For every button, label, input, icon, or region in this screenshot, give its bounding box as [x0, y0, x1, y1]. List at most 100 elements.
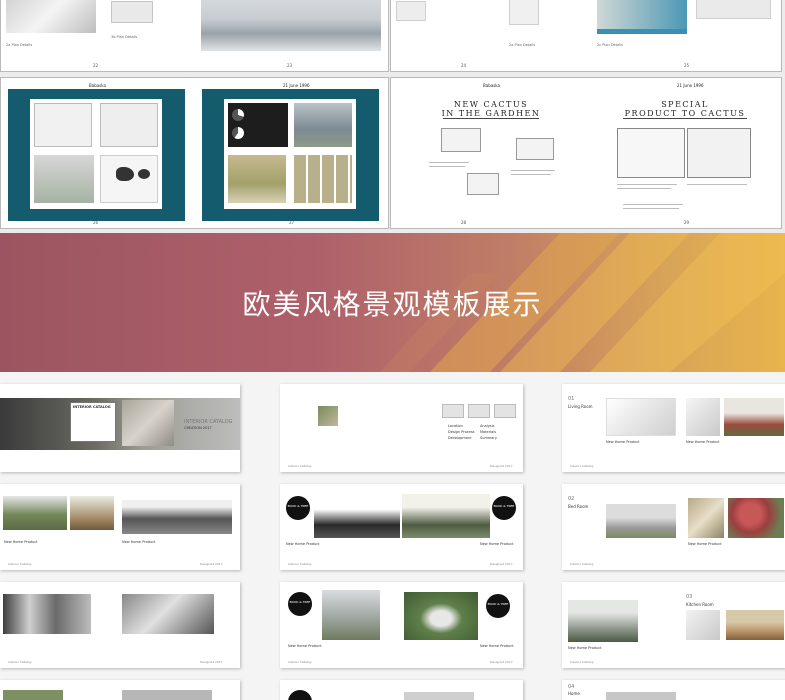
template-card-mono[interactable]: Interior Catalog Designed 2017 — [0, 582, 240, 668]
grey-building-photo — [606, 504, 676, 538]
site-plan-sketch — [687, 128, 751, 178]
showcase-banner: 欧美风格景观模板展示 — [0, 233, 785, 372]
template-card-room-1[interactable]: 01 Living Room New Home Product New Home… — [562, 384, 785, 472]
badge-circle: BOOK & TREE — [492, 496, 516, 520]
room-name: Home — [568, 691, 580, 696]
contents-photo — [318, 406, 338, 426]
template-card-room-2[interactable]: 02 Bed Room New Home Product Interior Ca… — [562, 484, 785, 570]
building-sketch — [441, 128, 481, 152]
product-label: New Home Product — [568, 646, 602, 650]
footer-right: Designed 2017 — [490, 464, 513, 468]
spread-header: 21 June 1996 — [677, 83, 704, 88]
badge-circle: BOOK & TREE — [286, 496, 310, 520]
spread-header: Babaska — [89, 83, 106, 88]
footer-right: Designed 2017 — [490, 562, 513, 566]
room-number: 01 — [568, 396, 575, 402]
banner-title: 欧美风格景观模板展示 — [242, 288, 543, 321]
room-name: Living Room — [568, 404, 593, 409]
partial-photo — [122, 690, 212, 700]
badge-circle: BOOK & TREE — [288, 592, 312, 616]
landscape-photo — [70, 496, 114, 530]
building-render — [294, 103, 352, 147]
desert-photo — [726, 610, 784, 640]
product-label: New Home Product — [606, 440, 640, 444]
site-plan-image — [597, 0, 687, 29]
cover-photo — [122, 400, 174, 446]
room-name: Kitchen Room — [686, 602, 714, 607]
caption: 3b Plan Details — [111, 35, 138, 39]
product-label: New Home Product — [686, 440, 720, 444]
room-number: 04 — [568, 684, 575, 690]
spread-cactus: Babaska 21 June 1996 NEW CACTUS IN THE G… — [390, 77, 782, 229]
footer-right: Designed 2017 — [200, 660, 223, 664]
sketch-block — [509, 0, 539, 25]
red-building-photo — [724, 398, 784, 436]
spread-header: 21 June 1996 — [283, 83, 310, 88]
mono-photo — [3, 594, 91, 634]
contents-item: Development — [448, 436, 472, 440]
spread-teal: Babaska 21 June 1996 26 27 — [0, 77, 389, 229]
concept-photo — [402, 494, 490, 538]
pie-graphic — [232, 109, 244, 121]
photo-strip — [34, 155, 94, 203]
page-number: 23 — [287, 63, 293, 68]
title-line: SPECIAL — [661, 100, 709, 109]
footer-left: Interior Catalog — [570, 660, 594, 664]
template-card-badge[interactable]: BOOK & TREE BOOK & TREE New Home Product… — [280, 484, 523, 570]
contents-item: Materials — [480, 430, 497, 434]
footer-left: Interior Catalog — [288, 562, 312, 566]
footer-left: Interior Catalog — [288, 464, 312, 468]
room-number: 03 — [686, 594, 693, 600]
spread-aerial: 2a Plan Details 3b Plan Details 22 23 — [0, 0, 389, 72]
board-sheet — [30, 99, 162, 209]
text-line — [623, 204, 683, 205]
sketch-photo — [686, 398, 720, 436]
title-rule — [623, 118, 747, 119]
template-card-partial[interactable] — [0, 680, 240, 700]
landscape-photo — [3, 496, 67, 530]
caption: 2a Plan Details — [509, 43, 536, 47]
partial-photo — [3, 690, 63, 700]
page-number: 24 — [461, 63, 467, 68]
footer-right: Designed 2017 — [200, 562, 223, 566]
product-label: New Home Product — [480, 542, 514, 546]
template-card-partial[interactable]: 04 Home — [562, 680, 785, 700]
title-line: PRODUCT TO CACTUS — [624, 109, 746, 118]
concept-photo — [314, 494, 400, 538]
page-number: 29 — [684, 220, 690, 225]
contents-thumb — [494, 404, 516, 418]
photo-grid — [294, 155, 352, 203]
red-tree-photo — [728, 498, 784, 538]
box-title: INTERIOR CATALOG — [73, 405, 111, 409]
caption: 2a Plan Details — [6, 43, 33, 47]
room-name: Bed Room — [568, 504, 589, 509]
page-number: 22 — [93, 63, 99, 68]
sketch-block — [696, 0, 771, 19]
spread-header: Babaska — [483, 83, 500, 88]
footer-left: Interior Catalog — [570, 464, 594, 468]
template-card-cover[interactable]: INTERIOR CATALOG INTERIOR CATALOG CREATI… — [0, 384, 240, 472]
sketch-block — [396, 1, 426, 21]
text-line — [511, 170, 555, 171]
template-card-badge-2[interactable]: BOOK & TREE BOOK & TREE New Home Product… — [280, 582, 523, 668]
contents-item: Analysis — [480, 424, 495, 428]
aerial-photo — [6, 0, 96, 33]
footer-left: Interior Catalog — [8, 660, 32, 664]
template-card-contents[interactable]: Location Design Process Development Anal… — [280, 384, 523, 472]
sketch-block — [100, 103, 158, 147]
text-line — [617, 184, 677, 185]
footer-left: Interior Catalog — [570, 562, 594, 566]
pie-graphic — [232, 127, 244, 139]
tower-photo — [322, 590, 380, 640]
landscape-photo — [122, 500, 232, 534]
sketch-block — [34, 103, 92, 147]
text-line — [617, 188, 671, 189]
teal-page-right — [202, 89, 379, 221]
partial-photo — [606, 692, 676, 700]
template-card-room-3[interactable]: 03 Kitchen Room New Home Product Interio… — [562, 582, 785, 668]
footer-right: Designed 2017 — [490, 660, 513, 664]
text-line — [429, 166, 465, 167]
template-card-partial[interactable] — [280, 680, 523, 700]
template-card-landscape[interactable]: New Home Product New Home Product Interi… — [0, 484, 240, 570]
footer-left: Interior Catalog — [288, 660, 312, 664]
